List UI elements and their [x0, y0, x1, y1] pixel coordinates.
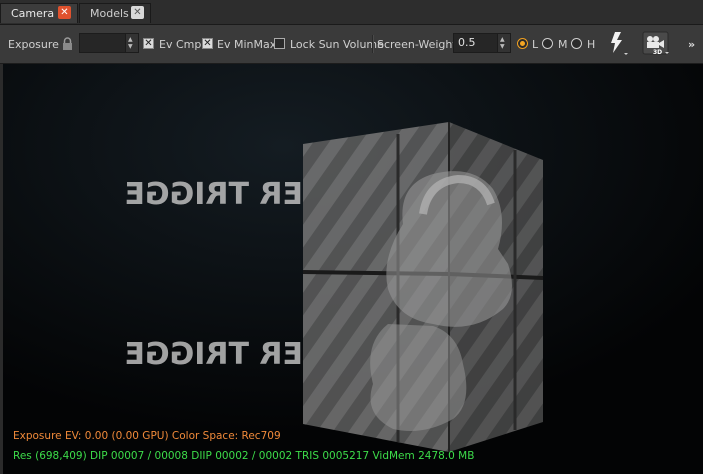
- ev-cmp-label: Ev Cmp: [159, 38, 202, 51]
- render-stats-text: Res (698,409) DIP 00007 / 00008 DIIP 000…: [13, 450, 475, 462]
- lock-sun-volume-checkbox[interactable]: [274, 38, 285, 49]
- close-icon[interactable]: ✕: [58, 6, 71, 19]
- exposure-input[interactable]: ▲ ▼: [79, 33, 139, 53]
- camera-3d-label: 3D: [653, 49, 662, 56]
- lightning-icon[interactable]: [607, 31, 629, 60]
- cube-label-bottom: ER TRIGGE: [124, 337, 303, 372]
- lock-sun-volume-label: Lock Sun Volume: [290, 38, 384, 51]
- exposure-stepper[interactable]: ▲ ▼: [125, 34, 138, 52]
- lock-icon[interactable]: [62, 37, 73, 53]
- tab-models-label: Models: [90, 7, 129, 20]
- exposure-label: Exposure: [8, 38, 59, 51]
- ev-minmax-label: Ev MinMax: [217, 38, 277, 51]
- lod-medium-label: M: [558, 38, 568, 51]
- close-icon[interactable]: ✕: [131, 6, 144, 19]
- cube-label-top: ER TRIGGE: [124, 177, 303, 212]
- toolbar-divider: [372, 35, 374, 53]
- lod-low-radio[interactable]: [517, 38, 528, 49]
- scene-render: ER TRIGGE ER TRIGGE: [3, 64, 703, 474]
- tab-bar: Camera ✕ Models ✕: [0, 0, 703, 25]
- camera-3d-icon[interactable]: 3D: [642, 31, 670, 60]
- lod-medium-radio[interactable]: [542, 38, 553, 49]
- screen-weight-stepper[interactable]: ▲ ▼: [497, 34, 510, 52]
- lod-high-label: H: [587, 38, 596, 51]
- tab-camera[interactable]: Camera ✕: [0, 3, 78, 23]
- render-viewport[interactable]: ER TRIGGE ER TRIGGE Exposure EV: 0.00 (0…: [3, 64, 703, 474]
- toolbar-overflow-button[interactable]: »: [688, 38, 695, 52]
- screen-weight-label: Screen-Weight: [377, 38, 457, 51]
- ev-minmax-checkbox[interactable]: ✕: [202, 38, 213, 49]
- exposure-info-text: Exposure EV: 0.00 (0.00 GPU) Color Space…: [13, 430, 281, 442]
- screen-weight-value: 0.5: [458, 36, 476, 49]
- toolbar: Exposure ▲ ▼ ✕ Ev Cmp ✕ Ev MinMax Lock Su…: [0, 25, 703, 64]
- ev-cmp-checkbox[interactable]: ✕: [143, 38, 154, 49]
- tab-camera-label: Camera: [11, 7, 55, 20]
- lod-high-radio[interactable]: [571, 38, 582, 49]
- lod-low-label: L: [532, 38, 539, 51]
- tab-models[interactable]: Models ✕: [79, 3, 151, 23]
- screen-weight-input[interactable]: 0.5 ▲ ▼: [453, 33, 511, 53]
